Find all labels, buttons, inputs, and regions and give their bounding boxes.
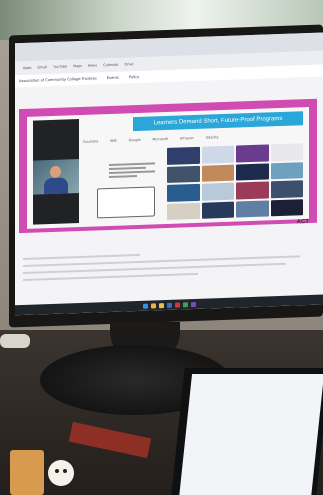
- image-tile: [201, 201, 234, 219]
- laptop: [171, 368, 323, 495]
- video-panel: [33, 119, 79, 225]
- laptop-screen: [179, 374, 323, 495]
- image-tile: [201, 182, 234, 201]
- image-tile: [270, 198, 303, 217]
- browser-icon[interactable]: [150, 302, 156, 309]
- bookmark-item[interactable]: YouTube: [53, 64, 67, 68]
- slide-title: Learners Demand Short, Future-Proof Prog…: [133, 111, 303, 132]
- presenter-body: [44, 177, 68, 195]
- app-icon[interactable]: [174, 302, 180, 308]
- image-tile: [270, 143, 303, 161]
- monitor: Apps Gmail YouTube Maps News Calendar Dr…: [9, 24, 323, 328]
- image-tile: [270, 161, 303, 180]
- site-nav-item[interactable]: Events: [107, 76, 119, 80]
- partner-logo: IBM: [110, 138, 117, 143]
- partner-logo: Microsoft: [152, 136, 168, 142]
- image-tile: [236, 162, 269, 181]
- presentation-slide: Learners Demand Short, Future-Proof Prog…: [19, 98, 317, 234]
- image-tile: [167, 202, 200, 220]
- image-tile: [236, 199, 269, 218]
- monitor-screen: Apps Gmail YouTube Maps News Calendar Dr…: [15, 32, 323, 316]
- bookmark-item[interactable]: News: [88, 63, 97, 67]
- bookmark-item[interactable]: Drive: [124, 62, 133, 66]
- orange-object: [10, 450, 44, 495]
- partner-logo: Coursera: [83, 139, 99, 144]
- cable: [0, 334, 30, 348]
- start-icon[interactable]: [142, 303, 148, 309]
- mail-icon[interactable]: [166, 302, 172, 308]
- image-tile: [201, 145, 234, 164]
- image-tile: [236, 144, 269, 163]
- image-tile: [167, 183, 200, 202]
- app-icon[interactable]: [190, 301, 196, 307]
- image-tile: [167, 165, 200, 183]
- taskbar: [15, 294, 323, 316]
- partner-logo: Google: [128, 137, 141, 143]
- bookmark-item[interactable]: Gmail: [37, 65, 47, 69]
- page-body-text: [23, 243, 315, 283]
- app-icon[interactable]: [182, 301, 188, 307]
- act-logo: ACT: [296, 219, 309, 226]
- folder-icon[interactable]: [158, 302, 164, 308]
- bookmark-item[interactable]: Maps: [73, 64, 82, 68]
- bookmark-item[interactable]: Apps: [23, 66, 31, 70]
- image-tile: [270, 180, 303, 198]
- partner-logo: Udacity: [205, 135, 219, 140]
- site-nav-item[interactable]: Association of Community College Trustee…: [19, 76, 97, 83]
- image-tile: [201, 164, 234, 182]
- slide-side-text: [109, 162, 155, 178]
- slide-content: Learners Demand Short, Future-Proof Prog…: [27, 107, 309, 229]
- image-tile: [167, 146, 200, 165]
- partner-logo: Amazon: [179, 136, 194, 141]
- image-grid: [167, 143, 303, 220]
- desk-illustration: [97, 186, 155, 219]
- bookmark-item[interactable]: Calendar: [103, 63, 118, 68]
- site-nav-item[interactable]: Policy: [129, 75, 139, 79]
- image-tile: [236, 181, 269, 200]
- figurine: [48, 460, 74, 486]
